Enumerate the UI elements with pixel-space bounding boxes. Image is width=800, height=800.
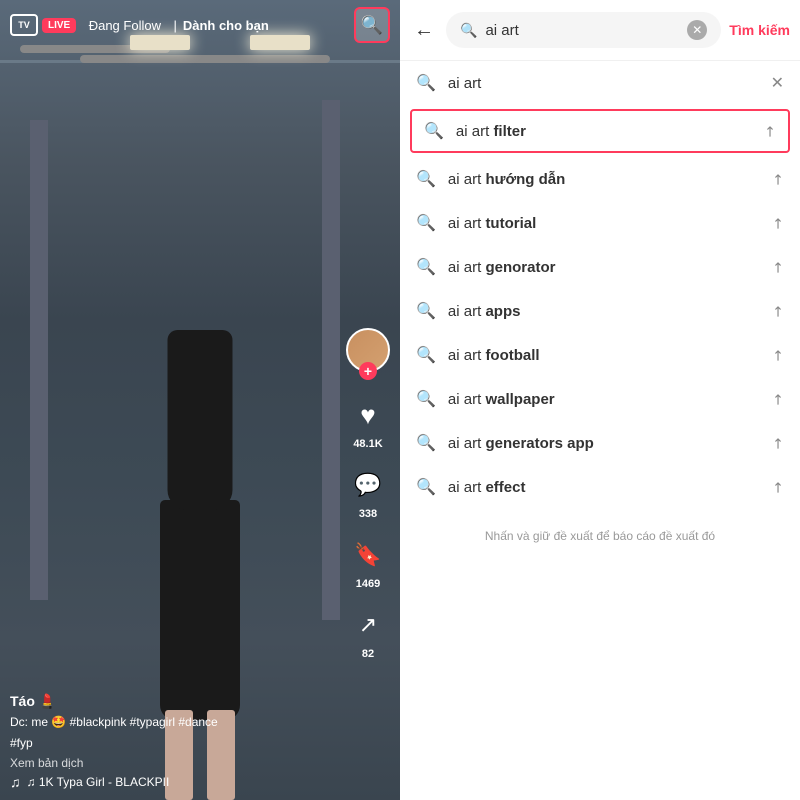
result-text: ai art generators app <box>448 435 772 452</box>
bottom-info: Táo 💄 Dc: me 🤩 #blackpink #typagirl #dan… <box>10 693 340 790</box>
tiktok-tv-icon: TV <box>10 14 38 36</box>
save-count: 1469 <box>356 578 380 590</box>
clear-button[interactable]: ✕ <box>687 20 707 40</box>
result-text: ai art wallpaper <box>448 391 772 408</box>
search-panel: ← 🔍 ai art ✕ Tìm kiếm 🔍 ai art ✕ 🔍 ai ar… <box>400 0 800 800</box>
nav-follow-tab[interactable]: Đang Follow <box>82 18 167 33</box>
back-button[interactable]: ← <box>410 15 438 46</box>
search-result-icon: 🔍 <box>416 389 436 409</box>
search-icon: 🔍 <box>361 15 383 36</box>
follow-plus-button[interactable]: + <box>359 362 377 380</box>
search-result-icon: 🔍 <box>416 433 436 453</box>
caption-fyp: #fyp <box>10 735 340 752</box>
music-note-icon: ♫ <box>10 774 21 790</box>
comment-icon: 💬 <box>348 465 388 505</box>
search-button[interactable]: 🔍 <box>354 7 390 43</box>
search-result-item[interactable]: 🔍 ai art apps ↗ <box>400 289 800 333</box>
search-result-icon: 🔍 <box>416 345 436 365</box>
search-input[interactable]: ai art <box>485 22 679 39</box>
pillar-right <box>322 100 340 620</box>
comment-action[interactable]: 💬 338 <box>348 465 388 520</box>
nav-for-you-tab[interactable]: Dành cho bạn <box>183 18 269 33</box>
search-submit-button[interactable]: Tìm kiếm <box>729 22 790 38</box>
live-badge: LIVE <box>42 18 76 33</box>
translate-link[interactable]: Xem bản dịch <box>10 756 340 770</box>
save-action[interactable]: 🔖 1469 <box>348 535 388 590</box>
search-header: ← 🔍 ai art ✕ Tìm kiếm <box>400 0 800 61</box>
search-result-item[interactable]: 🔍 ai art football ↗ <box>400 333 800 377</box>
search-result-icon: 🔍 <box>416 257 436 277</box>
search-icon-small: 🔍 <box>460 22 477 39</box>
share-count: 82 <box>362 648 374 660</box>
caption-dc: Dc: me 🤩 #blackpink #typagirl #dance <box>10 714 340 731</box>
search-result-item[interactable]: 🔍 ai art effect ↗ <box>400 465 800 509</box>
like-count: 48.1K <box>353 438 382 450</box>
pipe-2 <box>80 55 330 63</box>
search-input-wrapper: 🔍 ai art ✕ <box>446 12 721 48</box>
result-text: ai art football <box>448 347 772 364</box>
share-action[interactable]: ↗ 82 <box>348 605 388 660</box>
result-text: ai art tutorial <box>448 215 772 232</box>
search-result-icon: 🔍 <box>416 213 436 233</box>
top-nav: TV LIVE Đang Follow | Dành cho bạn 🔍 <box>0 0 400 50</box>
search-result-item[interactable]: 🔍 ai art ✕ <box>400 61 800 105</box>
pillar-left <box>30 120 48 600</box>
result-text: ai art filter <box>456 123 764 140</box>
search-result-item[interactable]: 🔍 ai art genorator ↗ <box>400 245 800 289</box>
video-background <box>0 0 400 800</box>
search-result-icon: 🔍 <box>416 169 436 189</box>
music-info: ♫ ♫ 1K Typa Girl - BLACKPII <box>10 774 340 790</box>
side-actions: + ♥ 48.1K 💬 338 🔖 1469 ↗ 82 <box>346 328 390 660</box>
share-icon: ↗ <box>348 605 388 645</box>
comment-count: 338 <box>359 508 377 520</box>
video-panel: TV LIVE Đang Follow | Dành cho bạn 🔍 + ♥… <box>0 0 400 800</box>
result-text: ai art genorator <box>448 259 772 276</box>
heart-icon: ♥ <box>348 395 388 435</box>
search-result-icon: 🔍 <box>416 73 436 93</box>
hint-text: Nhấn và giữ đề xuất để báo cáo đề xuất đ… <box>400 509 800 563</box>
search-result-item[interactable]: 🔍 ai art generators app ↗ <box>400 421 800 465</box>
username: Táo 💄 <box>10 693 340 710</box>
search-result-icon: 🔍 <box>424 121 444 141</box>
hair <box>168 330 233 510</box>
music-text: ♫ 1K Typa Girl - BLACKPII <box>27 775 170 789</box>
result-text: ai art apps <box>448 303 772 320</box>
like-action[interactable]: ♥ 48.1K <box>348 395 388 450</box>
search-result-item-highlighted[interactable]: 🔍 ai art filter ↗ <box>410 109 790 153</box>
search-result-item[interactable]: 🔍 ai art wallpaper ↗ <box>400 377 800 421</box>
search-result-icon: 🔍 <box>416 477 436 497</box>
search-result-item[interactable]: 🔍 ai art hướng dẫn ↗ <box>400 157 800 201</box>
result-text: ai art <box>448 75 771 92</box>
search-result-icon: 🔍 <box>416 301 436 321</box>
bookmark-icon: 🔖 <box>348 535 388 575</box>
result-text: ai art effect <box>448 479 772 496</box>
search-result-item[interactable]: 🔍 ai art tutorial ↗ <box>400 201 800 245</box>
close-icon[interactable]: ✕ <box>771 73 784 93</box>
dress <box>160 500 240 720</box>
result-text: ai art hướng dẫn <box>448 171 772 188</box>
search-results-list: 🔍 ai art ✕ 🔍 ai art filter ↗ 🔍 ai art hư… <box>400 61 800 800</box>
avatar-container: + <box>346 328 390 372</box>
